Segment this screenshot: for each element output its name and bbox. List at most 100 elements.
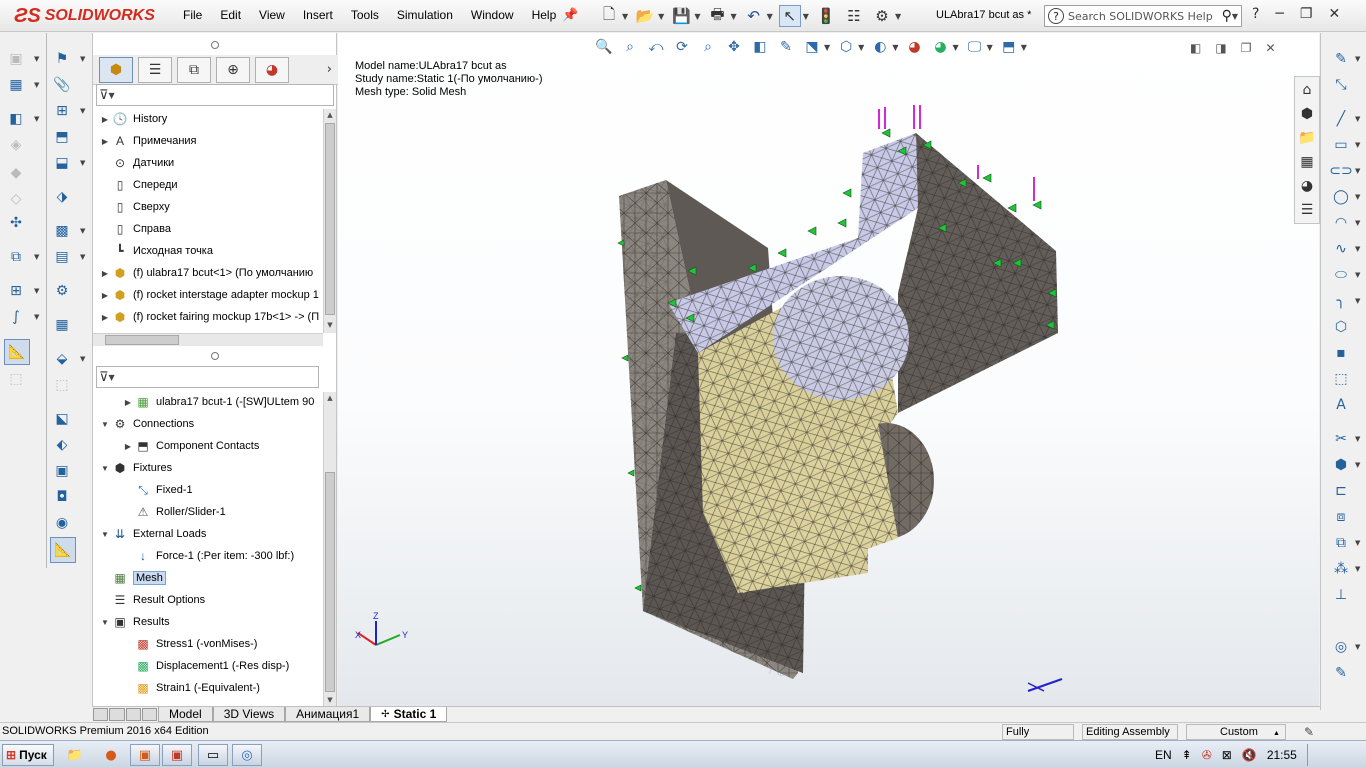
acrobat-tray-icon[interactable]: ✇ xyxy=(1202,748,1212,762)
solidworks-logo[interactable]: ƧS SOLIDWORKS xyxy=(14,3,155,29)
tree-item[interactable]: ☰ Result Options xyxy=(99,590,206,610)
dropdown-icon[interactable]: ▼ xyxy=(1355,461,1360,469)
shell-manager-icon[interactable]: ⬗ xyxy=(52,187,72,207)
tree-item[interactable]: ▼ ⇊ External Loads xyxy=(99,524,206,544)
open-icon[interactable]: 📂 xyxy=(634,5,656,27)
offset-entities-icon[interactable]: ⊏ xyxy=(1331,481,1351,501)
filter-icon[interactable]: ⊽ xyxy=(99,88,109,103)
section-view-icon[interactable]: ◧ xyxy=(750,37,770,57)
save-dropdown-icon[interactable]: ▼ xyxy=(694,12,700,21)
splitter-grip-icon[interactable] xyxy=(211,41,219,49)
chevron-right-icon[interactable]: › xyxy=(327,62,332,77)
feature-tree-hscrollbar[interactable] xyxy=(93,333,323,346)
undo-dropdown-icon[interactable]: ▼ xyxy=(767,12,773,21)
appearances-icon[interactable]: ◕ xyxy=(1297,176,1317,196)
tree-item[interactable]: ▩ Stress1 (-vonMises-) xyxy=(122,634,257,654)
help-menu-icon[interactable]: ? xyxy=(1252,6,1259,22)
tray-expand-icon[interactable]: ⇞ xyxy=(1182,748,1192,762)
tree-item[interactable]: ▯ Сверху xyxy=(99,197,170,217)
linear-sketch-pattern-icon[interactable]: ⧉ xyxy=(1331,533,1351,553)
tree-item[interactable]: ↓ Force-1 (:Per item: -300 lbf:) xyxy=(122,546,294,566)
compare-results-icon[interactable]: ▦ xyxy=(52,315,72,335)
dropdown-icon[interactable]: ▼ xyxy=(1355,297,1360,305)
mesh-model-view[interactable]: X Y Z xyxy=(338,33,1319,710)
external-loads-advisor-icon[interactable]: ⬒ xyxy=(52,127,72,147)
select-icon[interactable]: ↖ xyxy=(778,5,801,27)
menu-simulation[interactable]: Simulation xyxy=(388,6,462,24)
rebuild-icon[interactable]: 🚦 xyxy=(815,5,837,27)
save-icon[interactable]: 💾 xyxy=(670,5,692,27)
expand-toggle-icon[interactable]: ▶ xyxy=(99,291,111,300)
dropdown-icon[interactable]: ▼ xyxy=(80,253,85,261)
property-manager-icon[interactable]: ☰ xyxy=(138,56,172,83)
menu-edit[interactable]: Edit xyxy=(211,6,250,24)
scroll-up-icon[interactable]: ▲ xyxy=(324,392,336,405)
view-orientation-icon[interactable]: ✎ xyxy=(776,37,796,57)
print-dropdown-icon[interactable]: ▼ xyxy=(730,12,736,21)
fillet-icon[interactable]: ╮ xyxy=(1331,291,1351,311)
line-icon[interactable]: ╱ xyxy=(1331,109,1351,129)
zoom-area-icon[interactable]: ⌕ xyxy=(620,37,640,57)
quick-snaps-icon[interactable]: ✎ xyxy=(1331,663,1351,683)
menu-help[interactable]: Help xyxy=(523,6,566,24)
smart-dimension-icon[interactable]: ⤡ xyxy=(1331,75,1351,95)
include-image-icon[interactable]: ⬖ xyxy=(52,435,72,455)
search-input[interactable]: Search SOLIDWORKS Help xyxy=(1068,10,1213,23)
simulation-display-icon[interactable]: 🖵 xyxy=(965,37,985,57)
tree-item[interactable]: ▦ Mesh xyxy=(99,568,166,588)
tree-item[interactable]: ▶ ⬢ (f) rocket fairing mockup 17b<1> -> (П xyxy=(99,307,319,327)
dropdown-icon[interactable]: ▼ xyxy=(1355,435,1360,443)
hide-show-icon[interactable]: ⬡ xyxy=(836,37,856,57)
text-icon[interactable]: A xyxy=(1331,395,1351,415)
search-icon[interactable]: ⚲ xyxy=(1222,8,1232,24)
centerline-icon[interactable]: ⬚ xyxy=(1331,369,1351,389)
pin-menu-icon[interactable]: 📌 xyxy=(562,8,578,23)
connections-advisor-icon[interactable]: ⬓ xyxy=(52,153,72,173)
dropdown-icon[interactable]: ▼ xyxy=(1355,245,1360,253)
results-view-icon[interactable]: ⬒ xyxy=(999,37,1019,57)
tree-item[interactable]: ▯ Спереди xyxy=(99,175,178,195)
filter-dropdown-icon[interactable]: ▼ xyxy=(109,373,115,382)
tree-item[interactable]: ⊙ Датчики xyxy=(99,153,174,173)
hscroll-thumb[interactable] xyxy=(105,335,179,345)
dropdown-icon[interactable]: ▼ xyxy=(1355,141,1360,149)
bill-of-materials-icon[interactable]: ∫ xyxy=(6,307,26,327)
move-component-icon[interactable]: ◆ xyxy=(6,163,26,183)
explorer-icon[interactable]: 📁 xyxy=(60,744,90,766)
expand-toggle-icon[interactable]: ▶ xyxy=(99,313,111,322)
feature-manager-icon[interactable]: ⬢ xyxy=(99,56,133,83)
firefox-icon[interactable]: ● xyxy=(96,744,126,766)
hide-show-dropdown-icon[interactable]: ▼ xyxy=(858,43,864,52)
dropdown-icon[interactable]: ▼ xyxy=(34,55,39,63)
apply-scene-icon[interactable]: ◕ xyxy=(904,37,924,57)
new-document-icon[interactable]: 🗋 xyxy=(598,5,620,27)
arc-icon[interactable]: ◠ xyxy=(1331,213,1351,233)
tab-static-study[interactable]: ✢ Static 1 xyxy=(370,707,448,722)
rectangle-icon[interactable]: ▭ xyxy=(1331,135,1351,155)
scroll-thumb[interactable] xyxy=(325,472,335,692)
volume-muted-icon[interactable]: 🔇 xyxy=(1242,748,1257,762)
expand-toggle-icon[interactable]: ▶ xyxy=(99,137,111,146)
tree-item[interactable]: ▶ ▦ ulabra17 bcut-1 (-[SW]ULtem 90 xyxy=(122,392,314,412)
network-icon[interactable]: ⊠ xyxy=(1222,748,1232,762)
view-palette-icon[interactable]: ▦ xyxy=(1297,152,1317,172)
configuration-manager-icon[interactable]: ⧉ xyxy=(177,56,211,83)
dropdown-icon[interactable]: ▼ xyxy=(34,313,39,321)
convert-entities-icon[interactable]: ⬢ xyxy=(1331,455,1351,475)
expand-toggle-icon[interactable]: ▼ xyxy=(99,530,111,539)
pan-icon[interactable]: ✥ xyxy=(724,37,744,57)
tree-item[interactable]: ┗ Исходная точка xyxy=(99,241,213,261)
smart-fasteners-icon[interactable]: ◈ xyxy=(6,135,26,155)
tree-item[interactable]: ▶ A Примечания xyxy=(99,131,197,151)
minimize-icon[interactable]: ─ xyxy=(1275,6,1283,22)
slot-icon[interactable]: ⊂⊃ xyxy=(1329,161,1352,181)
expand-toggle-icon[interactable]: ▶ xyxy=(99,269,111,278)
results-dropdown-icon[interactable]: ▼ xyxy=(1021,43,1027,52)
mirror-entities-icon[interactable]: ⧈ xyxy=(1331,507,1351,527)
unit-system-selector[interactable]: Custom ▲ xyxy=(1186,724,1286,740)
tab-model[interactable]: Model xyxy=(158,707,213,722)
view-settings-icon[interactable]: ◕ xyxy=(930,37,950,57)
next-tab-icon[interactable] xyxy=(125,708,141,721)
options-dropdown-icon[interactable]: ▼ xyxy=(895,12,901,21)
tree-item[interactable]: ▩ Strain1 (-Equivalent-) xyxy=(122,678,260,698)
